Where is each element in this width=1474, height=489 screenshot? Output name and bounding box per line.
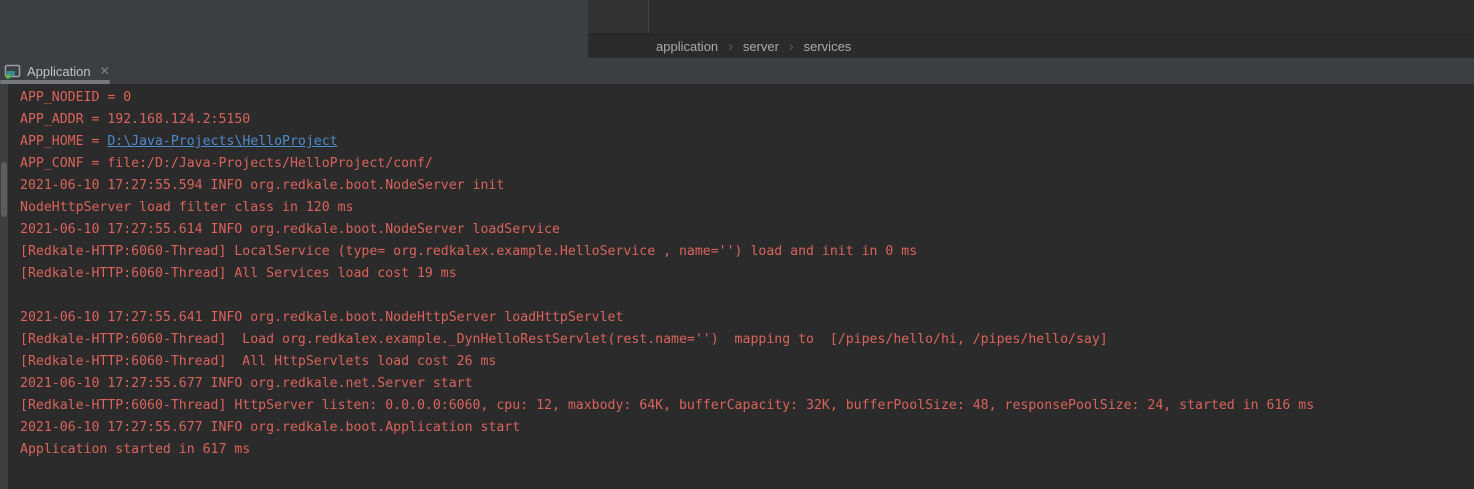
console-line: [Redkale-HTTP:6060-Thread] HttpServer li… [20, 395, 1474, 417]
log-text: 2021-06-10 17:27:55.677 INFO org.redkale… [20, 420, 520, 435]
console-line: 2021-06-10 17:27:55.641 INFO org.redkale… [20, 307, 1474, 329]
run-console-icon [4, 64, 21, 79]
file-link[interactable]: D:\Java-Projects\HelloProject [107, 134, 337, 149]
log-text: NodeHttpServer load filter class in 120 … [20, 200, 353, 215]
console-line: [Redkale-HTTP:6060-Thread] LocalService … [20, 241, 1474, 263]
console-line: 2021-06-10 17:27:55.677 INFO org.redkale… [20, 373, 1474, 395]
console-line: Application started in 617 ms [20, 439, 1474, 461]
breadcrumb-item-server[interactable]: server [743, 39, 779, 54]
console-line: [Redkale-HTTP:6060-Thread] All Services … [20, 263, 1474, 285]
log-text: [Redkale-HTTP:6060-Thread] All HttpServl… [20, 354, 496, 369]
console-line: APP_HOME = D:\Java-Projects\HelloProject [20, 131, 1474, 153]
log-text: 2021-06-10 17:27:55.677 INFO org.redkale… [20, 376, 473, 391]
console-line: 2021-06-10 17:27:55.614 INFO org.redkale… [20, 219, 1474, 241]
log-text: [Redkale-HTTP:6060-Thread] All Services … [20, 266, 457, 281]
run-tab-bar: Application ✕ [0, 58, 1474, 84]
console-panel: APP_NODEID = 0 APP_ADDR = 192.168.124.2:5… [0, 84, 1474, 489]
log-text: [Redkale-HTTP:6060-Thread] HttpServer li… [20, 398, 1314, 413]
breadcrumb: application › server › services [588, 33, 1474, 58]
editor-strip [588, 0, 1474, 33]
close-icon[interactable]: ✕ [100, 65, 110, 77]
log-text: 2021-06-10 17:27:55.641 INFO org.redkale… [20, 310, 623, 325]
tab-label: Application [27, 64, 91, 79]
editor-gutter [588, 0, 649, 33]
console-line [20, 285, 1474, 307]
console-line: 2021-06-10 17:27:55.677 INFO org.redkale… [20, 417, 1474, 439]
log-text: [Redkale-HTTP:6060-Thread] LocalService … [20, 244, 917, 259]
breadcrumb-item-application[interactable]: application [656, 39, 718, 54]
console-line: APP_ADDR = 192.168.124.2:5150 [20, 109, 1474, 131]
chevron-right-icon: › [789, 39, 794, 53]
console-line: APP_CONF = file:/D:/Java-Projects/HelloP… [20, 153, 1474, 175]
log-text: 2021-06-10 17:27:55.594 INFO org.redkale… [20, 178, 504, 193]
vertical-scroll-thumb[interactable] [1, 162, 7, 217]
top-row: application › server › services [0, 0, 1474, 58]
console-left-gutter [0, 84, 8, 489]
console-line: NodeHttpServer load filter class in 120 … [20, 197, 1474, 219]
top-left-panel [0, 0, 588, 58]
console-line: [Redkale-HTTP:6060-Thread] All HttpServl… [20, 351, 1474, 373]
breadcrumb-item-services[interactable]: services [804, 39, 852, 54]
chevron-right-icon: › [728, 39, 733, 53]
log-text: [Redkale-HTTP:6060-Thread] Load org.redk… [20, 332, 1108, 347]
log-text: APP_ADDR = 192.168.124.2:5150 [20, 112, 250, 127]
log-text: APP_HOME = [20, 134, 107, 149]
log-text: 2021-06-10 17:27:55.614 INFO org.redkale… [20, 222, 560, 237]
console-line: [Redkale-HTTP:6060-Thread] Load org.redk… [20, 329, 1474, 351]
console-output: APP_NODEID = 0 APP_ADDR = 192.168.124.2:5… [20, 87, 1474, 461]
console-line: 2021-06-10 17:27:55.594 INFO org.redkale… [20, 175, 1474, 197]
log-text: Application started in 617 ms [20, 442, 250, 457]
log-text: APP_NODEID = 0 [20, 90, 131, 105]
log-text: APP_CONF = file:/D:/Java-Projects/HelloP… [20, 156, 433, 171]
console-line: APP_NODEID = 0 [20, 87, 1474, 109]
